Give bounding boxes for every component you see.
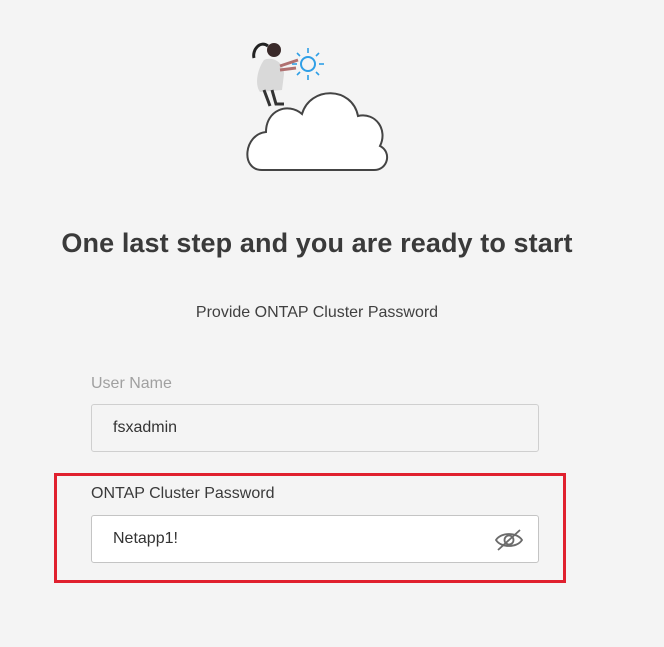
eye-slash-icon[interactable]	[494, 527, 524, 553]
cloud-illustration	[222, 30, 412, 180]
page-subtitle: Provide ONTAP Cluster Password	[195, 304, 439, 321]
page-title: One last step and you are ready to start	[61, 228, 573, 258]
password-value: Netapp1!	[113, 530, 178, 547]
password-field[interactable]: Netapp1!	[91, 515, 539, 563]
username-label: User Name	[91, 375, 172, 392]
username-field[interactable]: fsxadmin	[91, 404, 539, 452]
username-value: fsxadmin	[113, 419, 178, 436]
password-label: ONTAP Cluster Password	[91, 485, 275, 502]
